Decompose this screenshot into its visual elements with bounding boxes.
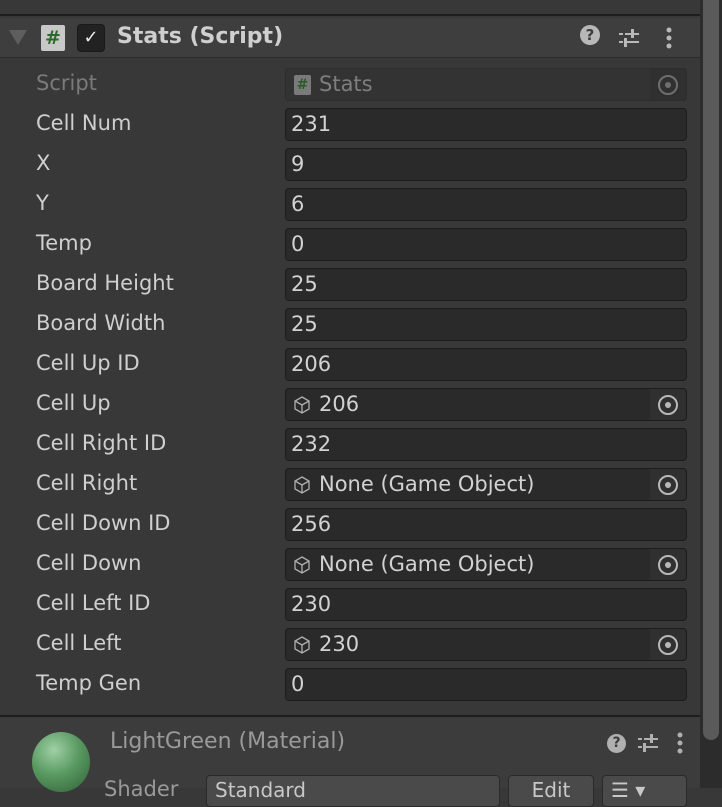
field-row: Board Height 25 xyxy=(0,264,700,304)
field-row: Temp 0 xyxy=(0,224,700,264)
field-row: Cell Up ID 206 xyxy=(0,344,700,384)
component-header[interactable]: # ✓ Stats (Script) ? xyxy=(0,18,700,58)
game-object-icon xyxy=(294,396,310,414)
foldout-arrow-icon[interactable] xyxy=(9,30,27,45)
scrollbar[interactable] xyxy=(700,0,722,788)
edit-label: Edit xyxy=(531,778,571,802)
object-picker-icon[interactable] xyxy=(650,469,686,500)
cell-right-object-field[interactable]: None (Game Object) xyxy=(285,468,687,501)
field-row: Cell Down None (Game Object) xyxy=(0,544,700,584)
field-row: Cell Right None (Game Object) xyxy=(0,464,700,504)
script-icon: # xyxy=(294,75,311,95)
field-row: Cell Down ID 256 xyxy=(0,504,700,544)
cell-down-id-input[interactable]: 256 xyxy=(285,508,687,541)
script-icon: # xyxy=(41,25,65,51)
field-row: Cell Up 206 xyxy=(0,384,700,424)
temp-label: Temp xyxy=(36,231,92,255)
temp-gen-label: Temp Gen xyxy=(36,671,142,695)
cell-up-object-field[interactable]: 206 xyxy=(285,388,687,421)
cell-down-object-field[interactable]: None (Game Object) xyxy=(285,548,687,581)
board-height-label: Board Height xyxy=(36,271,174,295)
y-label: Y xyxy=(36,191,49,215)
more-options-icon[interactable] xyxy=(675,731,685,757)
field-row: Temp Gen 0 xyxy=(0,664,700,704)
field-row: Cell Left ID 230 xyxy=(0,584,700,624)
temp-gen-input[interactable]: 0 xyxy=(285,668,687,701)
cell-right-label: Cell Right xyxy=(36,471,138,495)
cell-up-id-input[interactable]: 206 xyxy=(285,348,687,381)
shader-label: Shader xyxy=(104,777,179,801)
enabled-checkbox[interactable]: ✓ xyxy=(77,24,105,52)
help-icon[interactable]: ? xyxy=(580,25,600,45)
board-height-input[interactable]: 25 xyxy=(285,268,687,301)
material-title: LightGreen (Material) xyxy=(110,729,346,754)
x-label: X xyxy=(36,151,51,175)
cell-left-id-input[interactable]: 230 xyxy=(285,588,687,621)
object-picker-icon[interactable] xyxy=(650,629,686,660)
object-picker-icon[interactable] xyxy=(650,69,686,100)
object-picker-icon[interactable] xyxy=(650,389,686,420)
object-picker-icon[interactable] xyxy=(650,549,686,580)
cell-left-value: 230 xyxy=(319,632,360,656)
material-preview xyxy=(32,732,90,792)
script-label: Script xyxy=(36,71,97,95)
cell-left-id-label: Cell Left ID xyxy=(36,591,151,615)
temp-input[interactable]: 0 xyxy=(285,228,687,261)
cell-left-label: Cell Left xyxy=(36,631,122,655)
game-object-icon xyxy=(294,476,310,494)
y-input[interactable]: 6 xyxy=(285,188,687,221)
board-width-label: Board Width xyxy=(36,311,166,335)
cell-left-object-field[interactable]: 230 xyxy=(285,628,687,661)
field-row: Cell Left 230 xyxy=(0,624,700,664)
game-object-icon xyxy=(294,556,310,574)
script-row: Script # Stats xyxy=(0,64,700,104)
x-input[interactable]: 9 xyxy=(285,148,687,181)
field-row: X9 xyxy=(0,144,700,184)
more-options-icon[interactable] xyxy=(664,26,674,52)
scrollbar-thumb[interactable] xyxy=(703,0,719,740)
presets-icon[interactable] xyxy=(637,732,659,754)
script-field[interactable]: # Stats xyxy=(285,68,687,101)
cell-up-label: Cell Up xyxy=(36,391,111,415)
shader-dropdown[interactable]: Standard xyxy=(206,775,500,807)
cell-num-input[interactable]: 231 xyxy=(285,108,687,141)
help-icon[interactable]: ? xyxy=(607,734,626,753)
presets-icon[interactable] xyxy=(618,27,640,49)
previous-component-area xyxy=(0,0,700,16)
list-icon: ☰ ▾ xyxy=(611,778,646,802)
cell-right-value: None (Game Object) xyxy=(319,472,535,496)
cell-down-id-label: Cell Down ID xyxy=(36,511,171,535)
script-value: Stats xyxy=(319,72,373,96)
field-row: Board Width 25 xyxy=(0,304,700,344)
board-width-input[interactable]: 25 xyxy=(285,308,687,341)
shader-value: Standard xyxy=(215,778,306,802)
edit-shader-button[interactable]: Edit xyxy=(508,775,594,807)
field-row: Cell Right ID 232 xyxy=(0,424,700,464)
cell-down-label: Cell Down xyxy=(36,551,142,575)
field-row: Y6 xyxy=(0,184,700,224)
material-list-button[interactable]: ☰ ▾ xyxy=(602,775,687,807)
material-section: LightGreen (Material) ? Shader Standard … xyxy=(0,717,700,807)
component-title: Stats (Script) xyxy=(117,24,284,49)
cell-right-id-input[interactable]: 232 xyxy=(285,428,687,461)
field-row: Cell Num 231 xyxy=(0,104,700,144)
cell-right-id-label: Cell Right ID xyxy=(36,431,167,455)
cell-num-label: Cell Num xyxy=(36,111,132,135)
cell-up-value: 206 xyxy=(319,392,360,416)
game-object-icon xyxy=(294,636,310,654)
cell-up-id-label: Cell Up ID xyxy=(36,351,140,375)
cell-down-value: None (Game Object) xyxy=(319,552,535,576)
